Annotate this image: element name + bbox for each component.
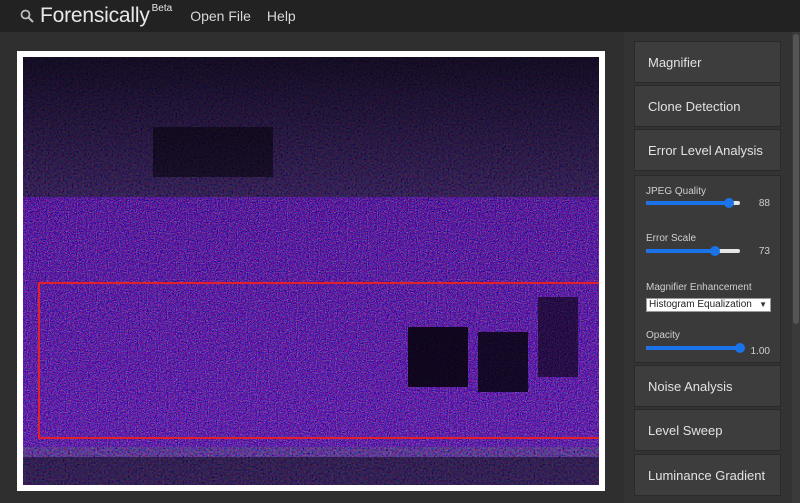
slider-thumb[interactable] <box>735 343 745 353</box>
magnifier-icon <box>20 9 34 23</box>
brand-title: Forensically <box>40 4 150 27</box>
slider-fill <box>646 249 715 253</box>
sidebar-scrollbar[interactable] <box>792 32 800 503</box>
magnifier-enhancement-label: Magnifier Enhancement <box>646 282 752 293</box>
opacity-value: 1.00 <box>750 346 770 357</box>
error-scale-slider[interactable] <box>646 246 740 256</box>
jpeg-quality-value: 88 <box>758 198 770 209</box>
open-file-link[interactable]: Open File <box>190 8 251 24</box>
brand-beta: Beta <box>151 2 173 14</box>
top-bar: Forensically Beta Open File Help <box>0 0 800 32</box>
slider-fill <box>646 346 740 350</box>
tool-noise-analysis[interactable]: Noise Analysis <box>634 365 781 407</box>
chevron-down-icon: ▼ <box>759 300 767 309</box>
logo[interactable]: Forensically Beta <box>20 2 173 28</box>
magnifier-enhancement-select[interactable]: Histogram Equalization ▼ <box>646 298 771 312</box>
scrollbar-thumb[interactable] <box>793 34 799 324</box>
select-value: Histogram Equalization <box>649 299 752 310</box>
opacity-label: Opacity <box>646 330 680 341</box>
tool-level-sweep[interactable]: Level Sweep <box>634 409 781 451</box>
slider-thumb[interactable] <box>723 198 734 208</box>
ela-image-canvas[interactable] <box>23 57 599 485</box>
jpeg-quality-label: JPEG Quality <box>646 186 707 197</box>
tool-magnifier[interactable]: Magnifier <box>634 41 781 83</box>
tool-clone-detection[interactable]: Clone Detection <box>634 85 781 127</box>
opacity-slider[interactable] <box>646 343 745 353</box>
error-scale-label: Error Scale <box>646 233 697 244</box>
help-link[interactable]: Help <box>267 8 296 24</box>
tool-luminance-gradient[interactable]: Luminance Gradient <box>634 454 781 496</box>
selection-rectangle[interactable] <box>38 282 599 439</box>
jpeg-quality-slider[interactable] <box>646 198 740 208</box>
tools-sidebar: Magnifier Clone Detection Error Level An… <box>624 32 800 503</box>
image-frame <box>17 51 605 491</box>
image-stage <box>0 32 624 503</box>
slider-thumb[interactable] <box>709 246 720 256</box>
tool-error-level-analysis[interactable]: Error Level Analysis <box>634 129 781 171</box>
slider-fill <box>646 201 729 205</box>
error-scale-value: 73 <box>758 246 770 257</box>
ela-settings-panel: JPEG Quality 88 Error Scale 73 Magnifier… <box>634 175 781 363</box>
